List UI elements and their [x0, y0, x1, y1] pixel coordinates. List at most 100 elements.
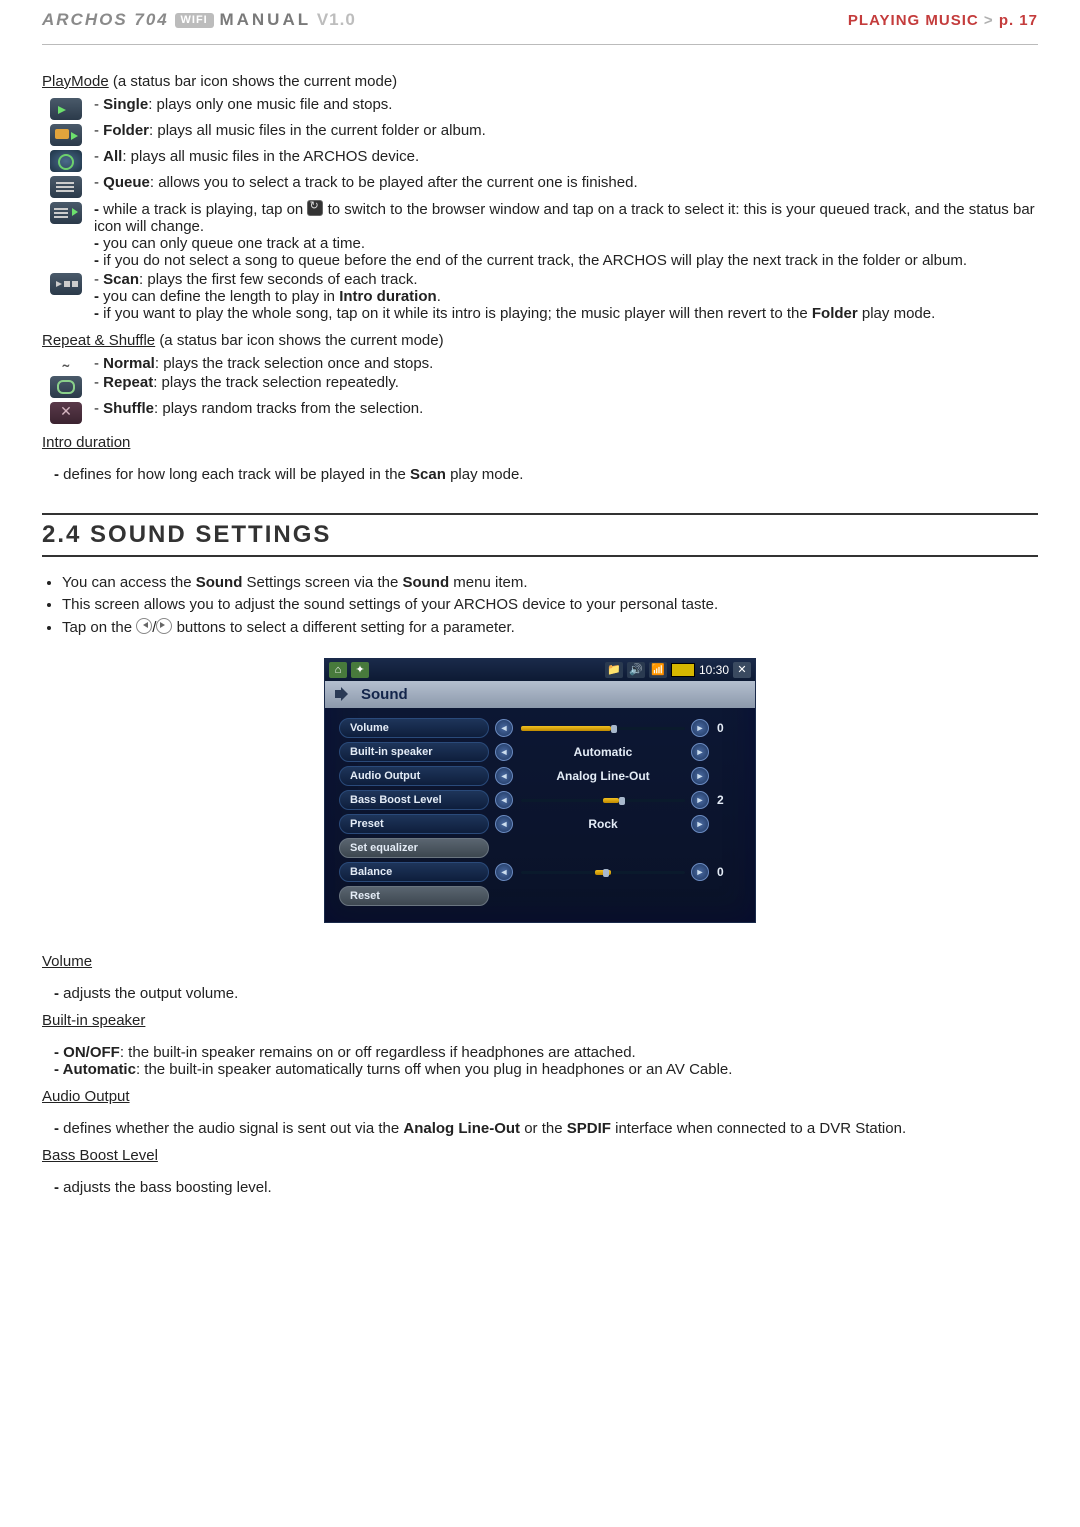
- battery-icon: [671, 663, 695, 677]
- speaker-value: Automatic: [521, 745, 685, 759]
- preset-row: Preset ◄ Rock ►: [339, 814, 741, 834]
- repeat-heading: Repeat & Shuffle (a status bar icon show…: [42, 332, 1038, 349]
- bass-def-body: adjusts the bass boosting level.: [42, 1179, 1038, 1196]
- output-prev-button[interactable]: ◄: [495, 767, 513, 785]
- output-def-title: Audio Output: [42, 1088, 1038, 1105]
- status-left: ⌂ ✦: [329, 662, 369, 678]
- queue-selected-icon: [50, 202, 82, 224]
- speaker-next-button[interactable]: ►: [691, 743, 709, 761]
- output-value: Analog Line-Out: [521, 769, 685, 783]
- repeat-name: Repeat: [103, 374, 153, 391]
- playmode-queue-sub: while a track is playing, tap on to swit…: [94, 200, 1038, 269]
- bass-def-desc: adjusts the bass boosting level.: [54, 1179, 1038, 1196]
- volume-row: Volume ◄ ► 0: [339, 718, 741, 738]
- close-icon[interactable]: ✕: [733, 662, 751, 678]
- folder-mode-icon: [50, 124, 82, 146]
- volume-dec-button[interactable]: ◄: [495, 719, 513, 737]
- volume-label[interactable]: Volume: [339, 718, 489, 738]
- scan-sub2c: play mode.: [858, 305, 936, 322]
- settings-body: Volume ◄ ► 0 Built-in speaker ◄ Automati…: [325, 708, 755, 922]
- output-next-button[interactable]: ►: [691, 767, 709, 785]
- sound-settings-screenshot: ⌂ ✦ 📁 🔊 📶 10:30 ✕ Sound Volume ◄ ► 0 Bui…: [324, 658, 756, 923]
- balance-label[interactable]: Balance: [339, 862, 489, 882]
- volume-slider[interactable]: [521, 723, 685, 733]
- playmode-heading: PlayMode (a status bar icon shows the cu…: [42, 73, 1038, 90]
- home-icon[interactable]: ⌂: [329, 662, 347, 678]
- scan-sub2: if you want to play the whole song, tap …: [94, 305, 1038, 322]
- balance-dec-button[interactable]: ◄: [495, 863, 513, 881]
- sound-intro-list: You can access the Sound Settings screen…: [42, 573, 1038, 638]
- bass-slider[interactable]: [521, 795, 685, 805]
- repeat-note: (a status bar icon shows the current mod…: [159, 332, 443, 349]
- queue-name: Queue: [103, 174, 150, 191]
- folder-name: Folder: [103, 122, 149, 139]
- balance-inc-button[interactable]: ►: [691, 863, 709, 881]
- reset-row: Reset: [339, 886, 741, 906]
- speaker-prev-button[interactable]: ◄: [495, 743, 513, 761]
- output-def-desc: defines whether the audio signal is sent…: [54, 1120, 1038, 1137]
- speaker-auto: Automatic: the built-in speaker automati…: [54, 1061, 1038, 1078]
- sound-settings-heading: 2.4 Sound Settings: [42, 521, 1038, 549]
- sound-intro-1: You can access the Sound Settings screen…: [62, 573, 1038, 593]
- volume-inc-button[interactable]: ►: [691, 719, 709, 737]
- bass-dec-button[interactable]: ◄: [495, 791, 513, 809]
- settings-icon[interactable]: ✦: [351, 662, 369, 678]
- normal-name: Normal: [103, 355, 155, 372]
- queue-mode-icon: [50, 176, 82, 198]
- scan-mode-icon: [50, 273, 82, 295]
- preset-next-button[interactable]: ►: [691, 815, 709, 833]
- queue-sub-list: while a track is playing, tap on to swit…: [94, 200, 1038, 269]
- bass-def-title: Bass Boost Level: [42, 1147, 1038, 1164]
- balance-slider[interactable]: [521, 867, 685, 877]
- preset-label[interactable]: Preset: [339, 814, 489, 834]
- intro-duration-body: defines for how long each track will be …: [42, 466, 1038, 483]
- wifi-badge: WIFI: [175, 13, 214, 28]
- signal-status-icon: 📶: [649, 662, 667, 678]
- balance-row: Balance ◄ ► 0: [339, 862, 741, 882]
- balance-value: 0: [717, 865, 741, 879]
- reset-button[interactable]: Reset: [339, 886, 489, 906]
- output-label[interactable]: Audio Output: [339, 766, 489, 786]
- single-desc: : plays only one music file and stops.: [148, 96, 392, 113]
- repeat-list: ˷ - Normal: plays the track selection on…: [42, 355, 1038, 424]
- scan-sub1a: you can define the length to play in: [103, 288, 339, 305]
- queue-sub3: if you do not select a song to queue bef…: [94, 252, 1038, 269]
- scan-sub2a: if you want to play the whole song, tap …: [103, 305, 812, 322]
- breadcrumb-arrow: >: [984, 12, 994, 29]
- intro-c: play mode.: [446, 466, 524, 483]
- status-right: 📁 🔊 📶 10:30 ✕: [605, 662, 751, 678]
- equalizer-row: Set equalizer: [339, 838, 741, 858]
- scan-desc: : plays the first few seconds of each tr…: [139, 271, 417, 288]
- single-name: Single: [103, 96, 148, 113]
- playmode-scan: - Scan: plays the first few seconds of e…: [94, 271, 1038, 322]
- scan-sub-list: you can define the length to play in Int…: [94, 288, 1038, 322]
- preset-prev-button[interactable]: ◄: [495, 815, 513, 833]
- section-name: PLAYING MUSIC: [848, 12, 979, 29]
- left-arrow-icon: [136, 618, 152, 634]
- output-row: Audio Output ◄ Analog Line-Out ►: [339, 766, 741, 786]
- page-number: p. 17: [999, 12, 1038, 29]
- speaker-row: Built-in speaker ◄ Automatic ►: [339, 742, 741, 762]
- section-divider: 2.4 Sound Settings: [42, 513, 1038, 557]
- brand-text: ARCHOS 704: [42, 10, 169, 29]
- scan-name: Scan: [103, 271, 139, 288]
- preset-value: Rock: [521, 817, 685, 831]
- queue-sub1a: while a track is playing, tap on: [103, 201, 307, 218]
- volume-value: 0: [717, 721, 741, 735]
- folder-status-icon: 📁: [605, 662, 623, 678]
- playmode-note: (a status bar icon shows the current mod…: [113, 73, 397, 90]
- set-equalizer-button[interactable]: Set equalizer: [339, 838, 489, 858]
- playmode-single: - Single: plays only one music file and …: [94, 96, 1038, 113]
- queue-sub1: while a track is playing, tap on to swit…: [94, 200, 1038, 235]
- bass-label[interactable]: Bass Boost Level: [339, 790, 489, 810]
- speaker-def-title: Built-in speaker: [42, 1012, 1038, 1029]
- speaker-label[interactable]: Built-in speaker: [339, 742, 489, 762]
- bass-inc-button[interactable]: ►: [691, 791, 709, 809]
- page-header: ARCHOS 704 WIFI MANUAL V1.0 PLAYING MUSI…: [42, 0, 1038, 45]
- all-mode-icon: [50, 150, 82, 172]
- shuffle-mode-icon: [50, 402, 82, 424]
- scan-sub1: you can define the length to play in Int…: [94, 288, 1038, 305]
- version-text: V1.0: [317, 10, 356, 29]
- intro-duration-title: Intro duration: [42, 434, 1038, 451]
- volume-status-icon: 🔊: [627, 662, 645, 678]
